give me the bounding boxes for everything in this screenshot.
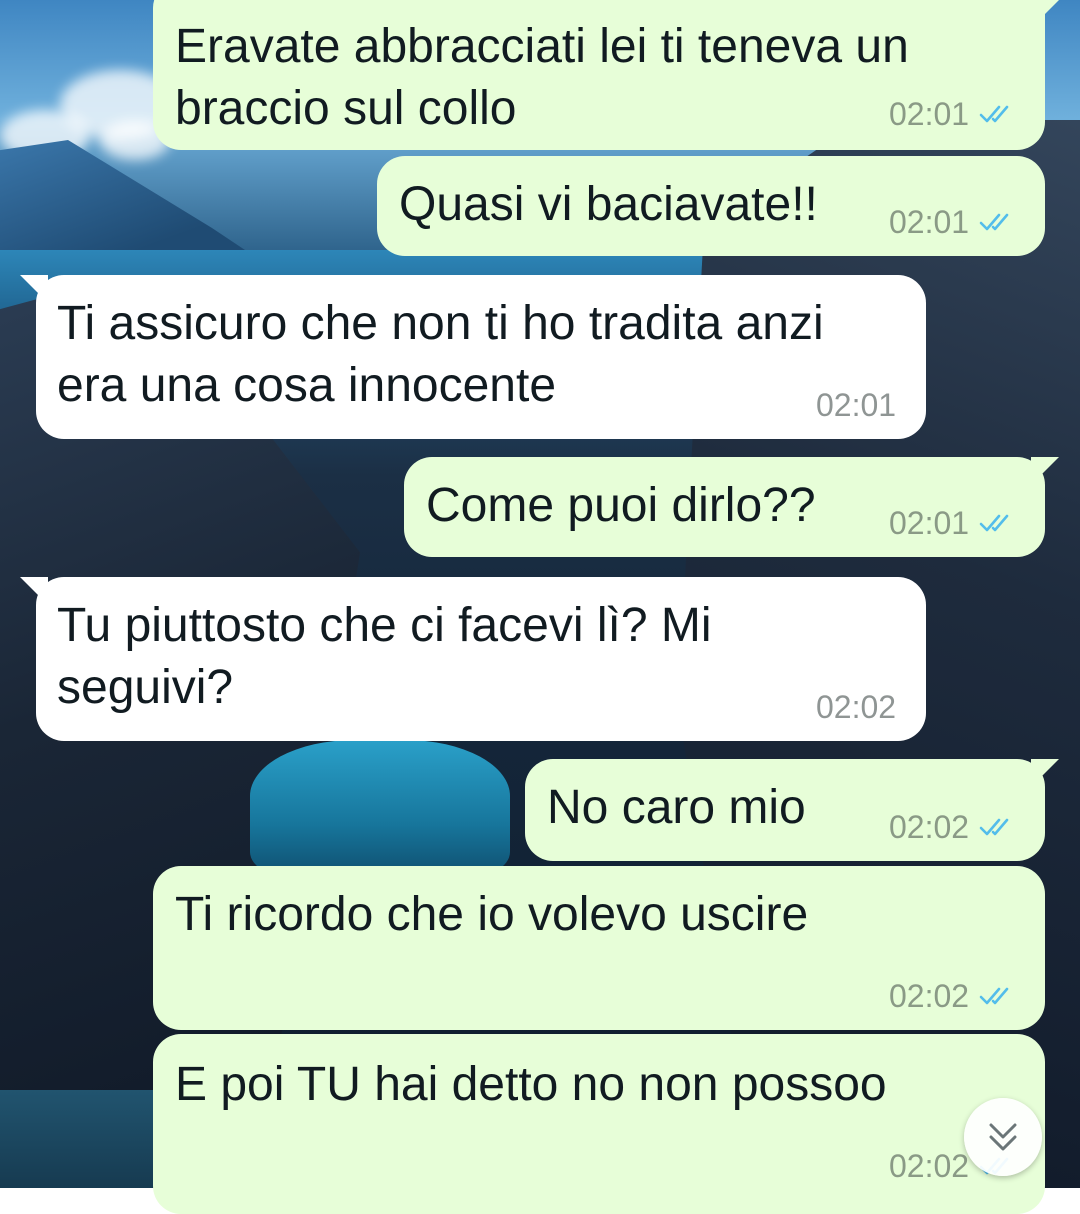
double-check-icon (979, 818, 1009, 836)
message-meta: 02:01 (889, 96, 1015, 132)
message-bubble-outgoing[interactable]: Come puoi dirlo?? 02:01 (404, 457, 1059, 557)
message-meta: 02:02 (889, 809, 1015, 845)
double-check-icon (979, 987, 1009, 1005)
message-text: Eravate abbracciati lei ti teneva un bra… (175, 20, 909, 135)
message-bubble-outgoing[interactable]: E poi TU hai detto no non possoo 02:02 (153, 1034, 1045, 1214)
message-time: 02:01 (816, 387, 897, 423)
message-bubble-outgoing[interactable]: Quasi vi baciavate!! 02:01 (377, 156, 1045, 256)
message-text: Quasi vi baciavate!! (399, 178, 818, 231)
message-bubble-outgoing[interactable]: No caro mio 02:02 (525, 759, 1059, 861)
double-chevron-down-icon (989, 1123, 1017, 1151)
message-text: Come puoi dirlo?? (426, 479, 816, 532)
double-check-icon (979, 514, 1009, 532)
message-text: Ti ricordo che io volevo uscire (175, 888, 809, 941)
message-time: 02:01 (889, 96, 970, 132)
message-text: E poi TU hai detto no non possoo (175, 1058, 887, 1111)
message-time: 02:02 (816, 689, 897, 725)
message-bubble-incoming[interactable]: Ti assicuro che non ti ho tradita anzi e… (20, 275, 926, 439)
scroll-to-bottom-button[interactable] (964, 1098, 1042, 1176)
message-bubble-outgoing[interactable]: Eravate abbracciati lei ti teneva un bra… (153, 0, 1059, 150)
double-check-icon (979, 213, 1009, 231)
message-bubble-incoming[interactable]: Tu piuttosto che ci facevi lì? Mi seguiv… (20, 577, 926, 741)
message-text: No caro mio (547, 781, 806, 834)
message-meta: 02:01 (889, 505, 1015, 541)
message-time: 02:02 (889, 809, 970, 845)
message-time: 02:01 (889, 204, 970, 240)
double-check-icon (979, 105, 1009, 123)
message-meta: 02:02 (889, 978, 1015, 1014)
message-time: 02:02 (889, 1148, 970, 1184)
message-meta: 02:01 (889, 204, 1015, 240)
message-text: Tu piuttosto che ci facevi lì? Mi seguiv… (57, 599, 712, 714)
message-meta: 02:01 (816, 387, 896, 423)
message-meta: 02:02 (816, 689, 896, 725)
message-time: 02:02 (889, 978, 970, 1014)
message-bubble-outgoing[interactable]: Ti ricordo che io volevo uscire 02:02 (153, 866, 1045, 1030)
wallpaper-cove-water (250, 740, 510, 880)
message-text: Ti assicuro che non ti ho tradita anzi e… (57, 297, 824, 412)
message-time: 02:01 (889, 505, 970, 541)
